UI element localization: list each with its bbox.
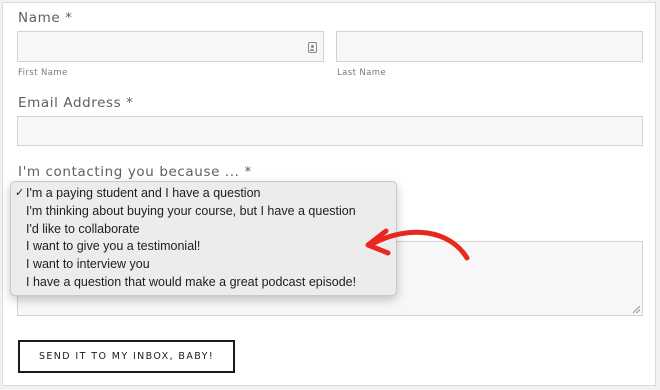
name-label: Name *	[18, 10, 73, 26]
contacting-reason-label: I'm contacting you because ... *	[18, 164, 252, 180]
red-arrow-icon	[365, 228, 470, 261]
option-label: I'd like to collaborate	[26, 221, 140, 236]
email-label: Email Address *	[18, 95, 134, 111]
contact-card-icon[interactable]	[308, 42, 317, 53]
first-name-caption: First Name	[18, 68, 68, 78]
last-name-caption: Last Name	[337, 68, 387, 78]
option-label: I'm thinking about buying your course, b…	[26, 203, 356, 218]
email-field[interactable]	[17, 116, 643, 146]
option-label: I'm a paying student and I have a questi…	[26, 186, 261, 200]
dropdown-option[interactable]: ✓ I'm a paying student and I have a ques…	[11, 185, 396, 203]
option-label: I have a question that would make a grea…	[26, 274, 357, 289]
dropdown-option[interactable]: I want to interview you	[11, 256, 396, 274]
option-label: I want to interview you	[26, 257, 150, 272]
dropdown-option[interactable]: I want to give you a testimonial!	[11, 238, 396, 256]
submit-button[interactable]: SEND IT TO MY INBOX, BABY!	[18, 340, 235, 373]
contact-reason-dropdown[interactable]: ✓ I'm a paying student and I have a ques…	[10, 181, 397, 296]
dropdown-option[interactable]: I'd like to collaborate	[11, 221, 396, 239]
option-label: I want to give you a testimonial!	[26, 239, 201, 254]
dropdown-option[interactable]: I'm thinking about buying your course, b…	[11, 203, 396, 221]
checkmark-icon: ✓	[15, 187, 25, 199]
dropdown-option[interactable]: I have a question that would make a grea…	[11, 274, 396, 292]
first-name-field[interactable]	[17, 31, 324, 62]
resize-handle-icon[interactable]	[633, 306, 640, 313]
last-name-field[interactable]	[336, 31, 643, 62]
